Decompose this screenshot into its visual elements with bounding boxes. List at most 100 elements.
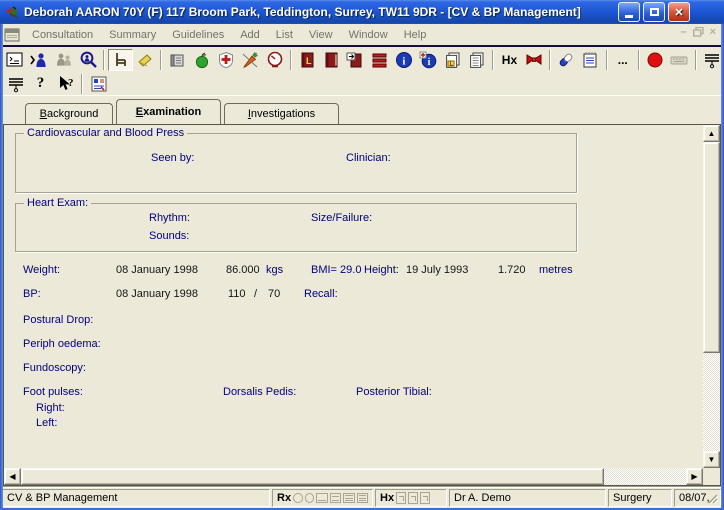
app-icon (4, 4, 20, 20)
mdi-system-icon[interactable] (4, 28, 20, 42)
cardio-section-title: Cardiovascular and Blood Press (24, 127, 187, 139)
form-template-icon[interactable] (86, 73, 111, 95)
first-aid-icon[interactable] (214, 49, 238, 71)
mdi-close-icon[interactable]: × (710, 26, 716, 38)
red-book-l-icon[interactable]: L (295, 49, 319, 71)
foot-pulses-right-label: Right: (36, 402, 65, 414)
hx-icon: Hx (380, 492, 394, 504)
rhythm-label: Rhythm: (149, 212, 190, 224)
rx-doc-icon (357, 493, 368, 503)
bp-slash: / (254, 288, 257, 300)
run-template-icon[interactable] (3, 49, 27, 71)
minimize-button[interactable] (618, 2, 640, 22)
help-icon[interactable]: ? (28, 73, 53, 95)
menu-item-help[interactable]: Help (396, 27, 435, 43)
hx-page-icon (420, 492, 430, 504)
maximize-button[interactable] (643, 2, 665, 22)
scroll-down-icon[interactable]: ▼ (703, 451, 720, 468)
fundoscopy-label: Fundoscopy: (23, 362, 86, 374)
title-bar: Deborah AARON 70Y (F) 117 Broom Park, Te… (0, 0, 724, 24)
record-icon[interactable] (643, 49, 667, 71)
toolbar-separator (606, 50, 608, 70)
weight-unit: kgs (266, 264, 283, 276)
bp-label: BP: (23, 288, 41, 300)
recall-label: Recall: (304, 288, 338, 300)
chair-icon[interactable] (108, 49, 132, 71)
close-button[interactable]: ✕ (668, 2, 690, 22)
rx-circle-icon (293, 493, 303, 503)
mdi-minimize-icon[interactable]: – (680, 26, 686, 38)
postural-drop-label: Postural Drop: (23, 314, 93, 326)
book-exit-icon[interactable] (343, 49, 367, 71)
svg-text:?: ? (68, 77, 74, 89)
rx-doc-icon (316, 493, 327, 503)
scroll-right-icon[interactable]: ▶ (686, 468, 703, 485)
menu-item-view[interactable]: View (301, 27, 341, 43)
height-value: 1.720 (498, 264, 526, 276)
pages-grid-icon[interactable] (465, 49, 489, 71)
keyboard-icon[interactable] (667, 49, 691, 71)
weight-date: 08 January 1998 (116, 264, 198, 276)
menu-item-guidelines[interactable]: Guidelines (164, 27, 232, 43)
info-icon[interactable]: i (392, 49, 416, 71)
apple-icon[interactable] (189, 49, 213, 71)
next-patient-icon[interactable] (27, 49, 51, 71)
height-unit: metres (539, 264, 573, 276)
menu-item-summary[interactable]: Summary (101, 27, 164, 43)
tab-background[interactable]: Background (25, 103, 113, 124)
gauge-icon[interactable] (262, 49, 286, 71)
red-book-icon[interactable] (319, 49, 343, 71)
toolbar-separator (81, 74, 83, 94)
toolbar-separator (638, 50, 640, 70)
menu-item-list[interactable]: List (268, 27, 301, 43)
mdi-restore-icon[interactable] (693, 27, 704, 37)
pages-l-icon[interactable]: L (441, 49, 465, 71)
status-context: CV & BP Management (2, 489, 270, 507)
pen-icon[interactable] (554, 49, 578, 71)
toolbar-separator (549, 50, 551, 70)
resize-grip[interactable] (706, 492, 718, 504)
notepad-icon[interactable] (578, 49, 602, 71)
scroll-up-icon[interactable]: ▲ (703, 125, 720, 142)
rx-circle-icon (305, 493, 315, 503)
add-info-icon[interactable]: i (416, 49, 440, 71)
toolbar-separator (695, 50, 697, 70)
cardio-section: Cardiovascular and Blood Press (15, 133, 577, 193)
toolbar-secondary: ? ? (0, 72, 724, 96)
carrot-icon[interactable] (238, 49, 262, 71)
toolbar-main: L i i L Hx (0, 47, 724, 72)
svg-text:i: i (428, 57, 431, 68)
find-patient-icon[interactable] (76, 49, 100, 71)
vertical-scrollbar-thumb[interactable] (703, 142, 720, 353)
family-icon[interactable] (52, 49, 76, 71)
filter-icon[interactable] (3, 73, 28, 95)
tab-examination[interactable]: Examination (116, 99, 221, 124)
bp-diastolic: 70 (268, 288, 280, 300)
menu-item-consultation[interactable]: Consultation (24, 27, 101, 43)
eraser-icon[interactable] (133, 49, 157, 71)
bow-icon[interactable] (522, 49, 546, 71)
application-window: Deborah AARON 70Y (F) 117 Broom Park, Te… (0, 0, 724, 510)
menu-item-window[interactable]: Window (341, 27, 396, 43)
context-help-icon[interactable]: ? (53, 73, 78, 95)
tab-investigations[interactable]: Investigations (224, 103, 339, 124)
bp-systolic: 110 (228, 288, 246, 300)
journal-icon[interactable] (165, 49, 189, 71)
status-bar: CV & BP Management Rx Hx Dr A. Demo Surg… (0, 488, 724, 508)
horizontal-scrollbar-thumb[interactable] (21, 468, 604, 485)
seen-by-label: Seen by: (151, 152, 194, 164)
examination-panel: Cardiovascular and Blood Press Seen by: … (3, 124, 721, 486)
horizontal-scrollbar[interactable]: ◀ ▶ (4, 468, 703, 485)
scrollbar-corner (703, 468, 720, 485)
toolbar-separator (103, 50, 105, 70)
history-hx-icon[interactable]: Hx (497, 49, 521, 71)
foot-pulses-left-label: Left: (36, 417, 57, 429)
posterior-tibial-label: Posterior Tibial: (356, 386, 432, 398)
height-date: 19 July 1993 (406, 264, 468, 276)
dorsalis-pedis-label: Dorsalis Pedis: (223, 386, 296, 398)
ellipsis-icon[interactable]: ... (611, 49, 635, 71)
scroll-left-icon[interactable]: ◀ (4, 468, 21, 485)
vertical-scrollbar[interactable]: ▲ ▼ (703, 125, 720, 468)
menu-item-add[interactable]: Add (232, 27, 268, 43)
red-list-icon[interactable] (368, 49, 392, 71)
